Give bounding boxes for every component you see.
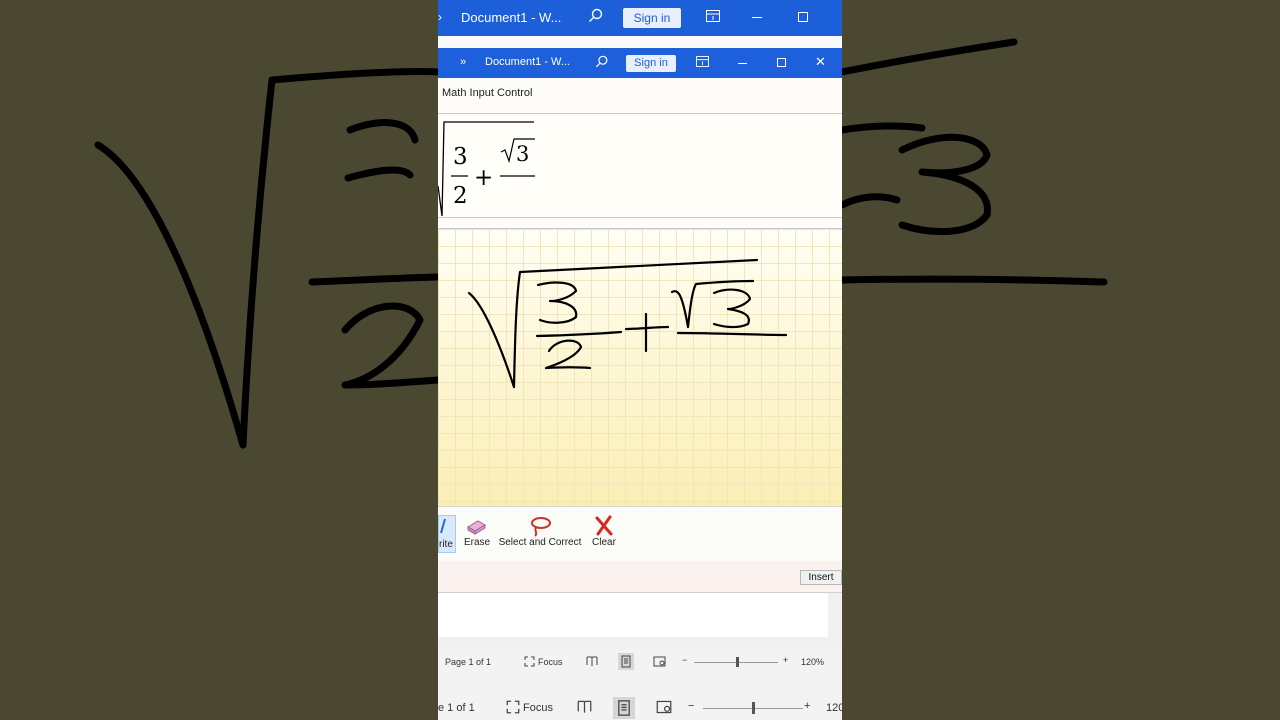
- math-input-footer: Insert: [438, 561, 842, 592]
- back-minimize-icon[interactable]: [752, 17, 762, 18]
- erase-tool-label: Erase: [464, 537, 491, 548]
- handwritten-ink: [467, 258, 788, 389]
- back-page-count[interactable]: e 1 of 1: [438, 702, 475, 714]
- chevron-icon[interactable]: »: [460, 56, 466, 68]
- document-area: [438, 593, 842, 648]
- print-layout-button[interactable]: [618, 653, 634, 670]
- math-tools-toolbar: rite Erase Select and Correct Clear: [438, 506, 842, 561]
- math-preview: 3 2 + 3: [438, 113, 842, 218]
- pen-icon: [440, 518, 446, 534]
- close-icon[interactable]: ✕: [815, 54, 826, 70]
- back-ribbon-display-icon[interactable]: [706, 10, 720, 22]
- preview-sqrt-arg: 3: [516, 142, 529, 166]
- clear-tool-button[interactable]: Clear: [592, 515, 616, 548]
- search-icon[interactable]: [595, 55, 609, 69]
- write-tool-button[interactable]: rite: [438, 515, 456, 553]
- select-correct-tool-button[interactable]: Select and Correct: [498, 515, 582, 548]
- page-count[interactable]: Page 1 of 1: [445, 657, 491, 667]
- x-clear-icon: [595, 515, 613, 536]
- back-sign-in-button[interactable]: Sign in: [623, 8, 681, 28]
- zoom-level[interactable]: 120%: [801, 657, 824, 667]
- back-window-ribbon: [438, 36, 842, 48]
- back-status-bar: e 1 of 1 Focus − + 120: [438, 694, 842, 720]
- sign-in-button[interactable]: Sign in: [626, 55, 676, 72]
- handwriting-zoom-left: [94, 68, 438, 449]
- window-titlebar: » Document1 - W... Sign in ✕: [438, 48, 842, 78]
- erase-tool-button[interactable]: Erase: [464, 515, 491, 548]
- preview-plus: +: [474, 165, 493, 191]
- clear-tool-label: Clear: [592, 537, 616, 548]
- insert-button[interactable]: Insert: [800, 570, 842, 585]
- screen-strip: › Document1 - W... Sign in » Document1 -…: [438, 0, 842, 720]
- maximize-icon[interactable]: [777, 58, 786, 67]
- zoom-in-button[interactable]: +: [783, 655, 788, 665]
- back-web-layout-icon[interactable]: [656, 700, 672, 714]
- minimize-icon[interactable]: [738, 63, 747, 64]
- back-print-layout-icon: [618, 700, 630, 716]
- back-chevron-icon: ›: [438, 10, 442, 24]
- back-maximize-icon[interactable]: [798, 12, 808, 22]
- ribbon-display-icon[interactable]: [696, 56, 709, 67]
- lasso-icon: [531, 517, 551, 537]
- back-zoom-slider-thumb[interactable]: [752, 702, 755, 714]
- preview-numerator: 3: [453, 144, 468, 170]
- back-focus-icon[interactable]: [506, 700, 520, 714]
- document-page[interactable]: [438, 593, 828, 637]
- write-tool-label: rite: [439, 539, 453, 550]
- handwriting-zoom-right: [842, 38, 1108, 286]
- writing-area[interactable]: [438, 228, 842, 506]
- math-input-control: Math Input Control 3 2 + 3 rite Erase Se…: [438, 78, 842, 593]
- status-bar: Page 1 of 1 Focus − + 120%: [438, 650, 842, 674]
- math-preview-formula: 3 2 + 3: [438, 121, 535, 217]
- eraser-icon: [467, 520, 486, 535]
- back-print-layout-button[interactable]: [613, 697, 635, 719]
- focus-button[interactable]: Focus: [538, 657, 563, 667]
- back-window-title: Document1 - W...: [461, 10, 562, 25]
- window-title: Document1 - W...: [485, 56, 570, 68]
- background-zoom-right: [842, 0, 1280, 720]
- back-search-icon[interactable]: [588, 8, 604, 24]
- math-input-title: Math Input Control: [442, 87, 533, 99]
- web-layout-icon[interactable]: [653, 656, 666, 667]
- read-mode-icon[interactable]: [586, 656, 598, 667]
- focus-icon[interactable]: [524, 656, 535, 667]
- back-focus-button[interactable]: Focus: [523, 702, 553, 714]
- print-layout-icon: [621, 655, 631, 668]
- select-correct-tool-label: Select and Correct: [498, 537, 582, 548]
- back-window-titlebar: › Document1 - W... Sign in: [438, 0, 842, 36]
- back-zoom-out-button[interactable]: −: [688, 700, 694, 712]
- back-zoom-in-button[interactable]: +: [804, 700, 810, 712]
- back-zoom-level[interactable]: 120: [826, 702, 842, 714]
- zoom-slider-thumb[interactable]: [736, 657, 739, 667]
- back-read-mode-icon[interactable]: [577, 700, 592, 714]
- background-zoom-left: [0, 0, 438, 720]
- preview-denominator: 2: [453, 183, 468, 209]
- zoom-out-button[interactable]: −: [682, 655, 687, 665]
